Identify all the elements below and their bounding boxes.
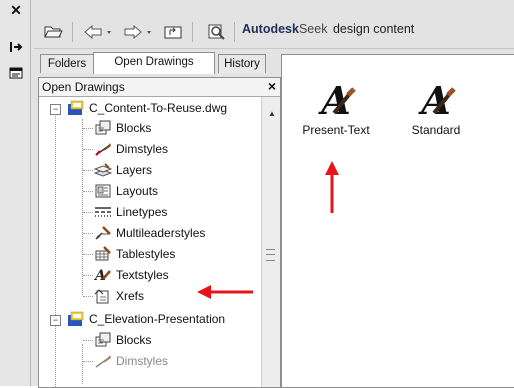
content-item-label: Standard <box>411 123 461 137</box>
collapse-toggle[interactable]: − <box>50 104 61 115</box>
design-center-window: ✕ AutodeskSeek design content Folders Op… <box>0 0 514 388</box>
seek-rest: design content <box>332 22 415 36</box>
toolbar: AutodeskSeek design content <box>34 18 514 49</box>
content-area: A Present-Text A Standard <box>281 54 514 388</box>
open-folder-icon <box>44 26 63 38</box>
tree-item-label: Textstyles <box>116 268 169 282</box>
tree-node-label: C_Elevation-Presentation <box>89 312 226 326</box>
tree-item-label: Xrefs <box>116 289 145 303</box>
up-folder-icon <box>164 26 182 39</box>
up-button[interactable] <box>162 21 184 43</box>
tablestyles-icon <box>94 246 112 262</box>
tree-view: − C_Content-To-Reuse.dwg Blocks Dimstyle… <box>39 97 261 387</box>
tree-panel-header: Open Drawings × <box>39 78 280 97</box>
multileaderstyles-icon <box>94 225 112 241</box>
blocks-icon <box>94 120 112 136</box>
dimstyles-icon <box>94 141 112 157</box>
tree-scrollbar[interactable]: ▲ <box>261 97 280 387</box>
tree-item-label: Layers <box>116 163 153 177</box>
content-item-textstyle[interactable]: A Present-Text <box>294 81 378 138</box>
forward-button[interactable] <box>122 21 158 43</box>
blocks-icon <box>94 332 112 348</box>
tree-item-label: Layouts <box>116 184 159 198</box>
back-arrow-icon <box>84 25 111 39</box>
annotation-arrow-left <box>197 285 253 299</box>
forward-arrow-icon <box>124 25 151 39</box>
search-button[interactable] <box>206 21 228 43</box>
tree-item-blocks[interactable]: Blocks <box>94 330 151 350</box>
scroll-up-icon[interactable]: ▲ <box>268 109 276 118</box>
tree-item-dimstyles[interactable]: Dimstyles <box>94 351 168 371</box>
palette-title-bar[interactable]: ✕ <box>0 0 31 386</box>
tree-item-label: Dimstyles <box>116 142 169 156</box>
close-palette-button[interactable]: ✕ <box>8 2 24 18</box>
toolbar-separator <box>72 22 73 42</box>
tab-open-drawings[interactable]: Open Drawings <box>93 52 215 74</box>
tree-item-xrefs[interactable]: Xrefs <box>94 286 144 306</box>
tree-item-label: Blocks <box>116 333 152 347</box>
tab-history[interactable]: History <box>218 54 266 73</box>
svg-text:A: A <box>94 268 106 283</box>
toolbar-separator <box>192 22 193 42</box>
tree-item-linetypes[interactable]: Linetypes <box>94 202 167 222</box>
content-item-textstyle[interactable]: A Standard <box>394 81 478 138</box>
properties-menu-icon[interactable] <box>8 66 24 80</box>
scroll-grip-icon[interactable] <box>266 249 275 261</box>
linetypes-icon <box>94 204 112 220</box>
layers-icon <box>94 162 112 178</box>
xrefs-icon <box>94 288 112 304</box>
textstyle-icon: A <box>394 81 478 121</box>
toolbar-separator <box>234 22 235 42</box>
seek-word: Seek <box>298 22 328 36</box>
dimstyles-icon <box>94 353 112 369</box>
search-icon <box>208 24 225 40</box>
back-button[interactable] <box>82 21 118 43</box>
tree-item-dimstyles[interactable]: Dimstyles <box>94 139 168 159</box>
tree-view-panel: Open Drawings × − C_Content-To-Reuse.dwg… <box>38 77 281 388</box>
tree-node-label: C_Content-To-Reuse.dwg <box>89 101 228 115</box>
tree-panel-title: Open Drawings <box>42 80 125 94</box>
collapse-toggle[interactable]: − <box>50 315 61 326</box>
tree-item-label: Tablestyles <box>116 247 176 261</box>
tree-item-label: Dimstyles <box>116 354 169 368</box>
drawing-file-icon <box>67 100 85 116</box>
tree-item-layouts[interactable]: Layouts <box>94 181 158 201</box>
textstyles-icon: A <box>94 267 112 283</box>
tree-item-label: Linetypes <box>116 205 168 219</box>
tree-item-tablestyles[interactable]: Tablestyles <box>94 244 175 264</box>
tree-item-blocks[interactable]: Blocks <box>94 118 151 138</box>
tree-item-label: Blocks <box>116 121 152 135</box>
tree-item-layers[interactable]: Layers <box>94 160 152 180</box>
auto-hide-icon[interactable] <box>8 40 24 54</box>
tree-node-drawing[interactable]: C_Content-To-Reuse.dwg <box>67 98 227 118</box>
tree-item-textstyles[interactable]: A Textstyles <box>94 265 169 285</box>
brush-icon <box>432 87 456 115</box>
close-tree-icon[interactable]: × <box>268 78 276 94</box>
autodesk-seek-link[interactable]: AutodeskSeek design content <box>242 22 414 36</box>
tree-node-drawing[interactable]: C_Elevation-Presentation <box>67 309 225 329</box>
tree-item-label: Multileaderstyles <box>116 226 206 240</box>
tab-folders[interactable]: Folders <box>40 54 94 73</box>
textstyle-icon: A <box>294 81 378 121</box>
tree-item-multileaderstyles[interactable]: Multileaderstyles <box>94 223 205 243</box>
load-button[interactable] <box>42 21 64 43</box>
seek-brand: Autodesk <box>242 22 299 36</box>
layouts-icon <box>94 183 112 199</box>
content-item-label: Present-Text <box>302 123 370 137</box>
drawing-file-icon <box>67 311 85 327</box>
brush-icon <box>332 87 356 115</box>
annotation-arrow-up <box>325 161 339 213</box>
